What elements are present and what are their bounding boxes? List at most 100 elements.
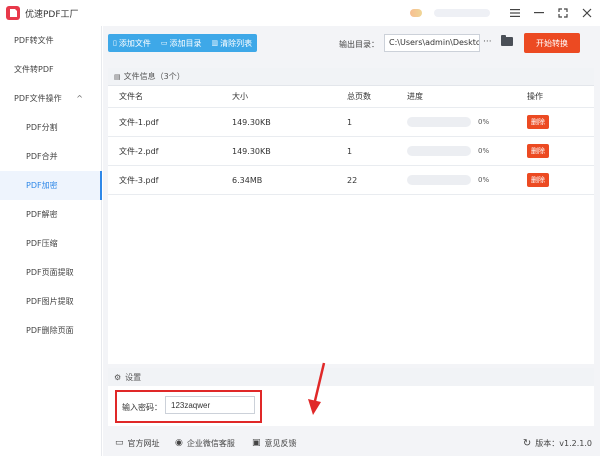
action-cell: 删除 <box>527 108 549 136</box>
progress-bar <box>407 175 471 185</box>
sidebar-item-label: PDF解密 <box>26 210 58 219</box>
monitor-icon: ▭ <box>115 438 124 448</box>
version-info[interactable]: ↻ 版本：v1.2.1.0 <box>523 438 592 449</box>
add-file-button[interactable]: ▯ 添加文件 <box>108 34 156 52</box>
sidebar-item-label: PDF分割 <box>26 123 58 132</box>
sidebar-item-file-to-pdf[interactable]: 文件转PDF <box>0 55 101 84</box>
table-row[interactable]: 文件-1.pdf 149.30KB 1 0% 删除 <box>108 108 594 137</box>
file-name: 文件-1.pdf <box>119 117 159 127</box>
settings-panel: ⚙ 设置 输入密码： <box>108 368 594 426</box>
progress-cell: 0% <box>407 166 489 194</box>
progress-bar <box>407 117 471 127</box>
trash-icon: ▥ <box>211 39 219 47</box>
sidebar-item-pdf-image-extract[interactable]: PDF图片提取 <box>0 287 101 316</box>
action-cell: 删除 <box>527 166 549 194</box>
progress-cell: 0% <box>407 137 489 165</box>
delete-button[interactable]: 删除 <box>527 144 549 158</box>
file-pages: 1 <box>347 117 353 127</box>
main-panel: ▯ 添加文件 ▭ 添加目录 ▥ 清除列表 输出目录： C:\Users\admin\D… <box>103 26 600 456</box>
progress-bar <box>407 146 471 156</box>
maximize-icon[interactable] <box>556 6 570 20</box>
sidebar-item-label: 文件转PDF <box>14 65 54 74</box>
action-cell: 删除 <box>527 137 549 165</box>
add-folder-label: 添加目录 <box>169 38 202 48</box>
sidebar-item-label: PDF删除页面 <box>26 326 74 335</box>
file-icon: ▯ <box>113 39 117 47</box>
sidebar-item-label: PDF合并 <box>26 152 58 161</box>
open-folder-icon[interactable] <box>501 35 513 46</box>
output-dir-input[interactable]: C:\Users\admin\Deskto <box>384 34 480 52</box>
sidebar-item-label: PDF加密 <box>26 181 58 190</box>
column-header-pages: 总页数 <box>347 92 371 101</box>
sidebar-item-pdf-operations[interactable]: PDF文件操作 ^ <box>0 84 101 113</box>
output-dir-label: 输出目录： <box>339 40 379 49</box>
feedback-icon: ▣ <box>252 438 261 448</box>
menu-icon[interactable] <box>508 6 522 20</box>
sidebar: PDF转文件 文件转PDF PDF文件操作 ^ PDF分割 PDF合并 PDF加密… <box>0 26 102 456</box>
column-header-action: 操作 <box>527 92 543 101</box>
minimize-icon[interactable] <box>532 6 546 20</box>
feedback-label: 意见反馈 <box>264 438 297 448</box>
column-header-progress: 进度 <box>407 92 423 101</box>
official-website-link[interactable]: ▭ 官方网址 <box>115 438 160 449</box>
annotation-arrow <box>308 362 326 415</box>
sidebar-item-pdf-merge[interactable]: PDF合并 <box>0 142 101 171</box>
table-header: 文件名 大小 总页数 进度 操作 <box>108 86 594 108</box>
file-name: 文件-2.pdf <box>119 146 159 156</box>
sidebar-item-label: PDF页面提取 <box>26 268 74 277</box>
column-header-size: 大小 <box>232 92 248 101</box>
sidebar-item-pdf-page-extract[interactable]: PDF页面提取 <box>0 258 101 287</box>
file-size: 6.34MB <box>232 175 263 185</box>
sidebar-item-pdf-to-file[interactable]: PDF转文件 <box>0 26 101 55</box>
sidebar-item-label: PDF转文件 <box>14 36 54 45</box>
file-panel-title: 文件信息（3个） <box>123 72 185 81</box>
progress-percent: 0% <box>478 118 490 126</box>
file-list-panel: ▤ 文件信息（3个） 文件名 大小 总页数 进度 操作 文件-1.pdf 149… <box>108 68 594 364</box>
footer: ▭ 官方网址 ◉ 企业微信客服 ▣ 意见反馈 ↻ 版本：v1.2.1.0 <box>103 430 600 456</box>
folder-icon: ▭ <box>160 39 168 47</box>
header-decoration <box>434 9 490 17</box>
sidebar-item-pdf-decrypt[interactable]: PDF解密 <box>0 200 101 229</box>
file-size: 149.30KB <box>232 117 271 127</box>
header-decoration <box>410 9 422 17</box>
annotation-highlight-box <box>115 390 262 423</box>
delete-button[interactable]: 删除 <box>527 115 549 129</box>
file-panel-header: ▤ 文件信息（3个） <box>108 68 594 86</box>
file-size: 149.30KB <box>232 146 271 156</box>
clear-list-button[interactable]: ▥ 清除列表 <box>206 34 257 52</box>
chevron-up-icon: ^ <box>76 94 83 103</box>
sidebar-item-pdf-encrypt[interactable]: PDF加密 <box>0 171 102 200</box>
chat-icon: ◉ <box>175 438 183 448</box>
file-name: 文件-3.pdf <box>119 175 159 185</box>
wechat-support-label: 企业微信客服 <box>186 438 235 448</box>
progress-percent: 0% <box>478 147 490 155</box>
table-row[interactable]: 文件-3.pdf 6.34MB 22 0% 删除 <box>108 166 594 195</box>
sidebar-item-pdf-compress[interactable]: PDF压缩 <box>0 229 101 258</box>
add-folder-button[interactable]: ▭ 添加目录 <box>156 34 207 52</box>
settings-title: 设置 <box>125 372 142 382</box>
sidebar-item-label: PDF图片提取 <box>26 297 74 306</box>
title-bar: 优速PDF工厂 <box>0 0 600 26</box>
add-file-label: 添加文件 <box>118 38 151 48</box>
feedback-link[interactable]: ▣ 意见反馈 <box>252 438 297 449</box>
file-toolbar: ▯ 添加文件 ▭ 添加目录 ▥ 清除列表 <box>108 34 258 52</box>
sidebar-item-label: PDF文件操作 <box>14 94 62 103</box>
settings-header: ⚙ 设置 <box>108 368 594 386</box>
delete-button[interactable]: 删除 <box>527 173 549 187</box>
wechat-support-link[interactable]: ◉ 企业微信客服 <box>175 438 235 449</box>
version-label: 版本：v1.2.1.0 <box>535 438 592 448</box>
file-pages: 22 <box>347 175 358 185</box>
progress-percent: 0% <box>478 176 490 184</box>
sidebar-item-label: PDF压缩 <box>26 239 58 248</box>
table-row[interactable]: 文件-2.pdf 149.30KB 1 0% 删除 <box>108 137 594 166</box>
sidebar-item-pdf-split[interactable]: PDF分割 <box>0 113 101 142</box>
sidebar-item-pdf-delete-pages[interactable]: PDF删除页面 <box>0 316 101 345</box>
column-header-name: 文件名 <box>119 92 143 101</box>
close-icon[interactable] <box>580 6 594 20</box>
document-icon: ▤ <box>114 72 121 81</box>
app-logo-icon <box>6 6 20 20</box>
browse-more-button[interactable]: ··· <box>483 37 492 47</box>
official-website-label: 官方网址 <box>127 438 160 448</box>
start-convert-button[interactable]: 开始转换 <box>524 33 580 53</box>
app-title: 优速PDF工厂 <box>25 9 79 20</box>
